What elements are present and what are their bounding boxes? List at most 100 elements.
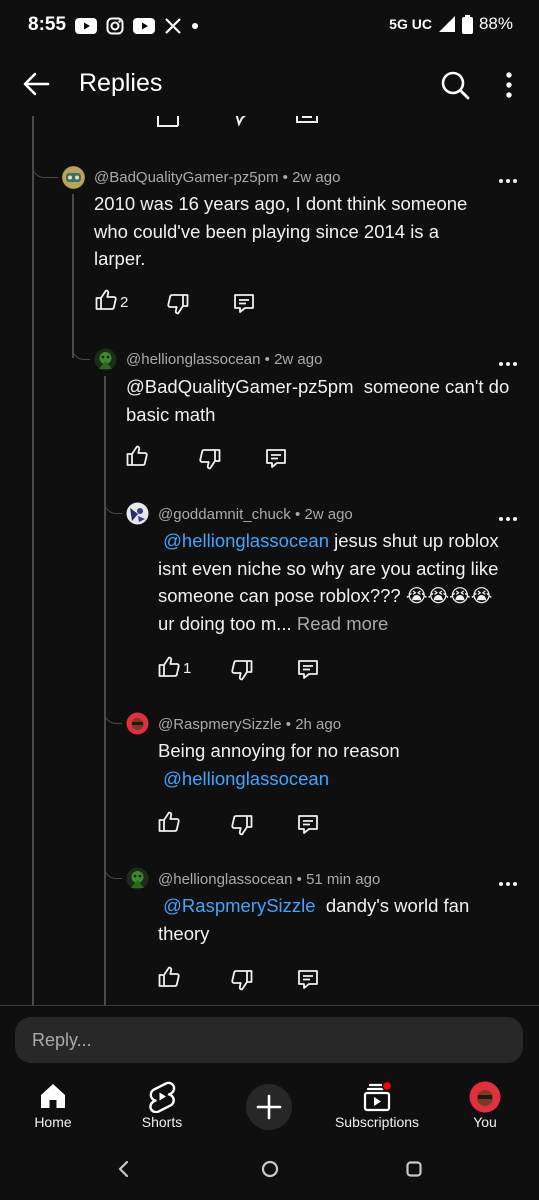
comment-time: 2w ago (292, 169, 341, 186)
like-icon[interactable] (157, 655, 181, 679)
reply-icon[interactable] (296, 657, 320, 681)
mention-link[interactable]: @hellionglassocean (163, 530, 329, 551)
system-home-icon[interactable] (261, 1160, 279, 1178)
thread-connector (72, 328, 90, 360)
nav-shorts[interactable]: Shorts (117, 1077, 207, 1139)
reply-icon[interactable] (296, 812, 320, 836)
home-icon (41, 1084, 65, 1108)
battery-icon (461, 14, 473, 34)
reply-input[interactable] (15, 1017, 523, 1063)
comment-text: @RaspmerySizzle dandy's world fan theory (158, 892, 498, 947)
comment-text: Being annoying for no reason @helliongla… (158, 737, 510, 792)
comment-time: 51 min ago (306, 871, 381, 888)
nav-label: Home (34, 1114, 72, 1130)
comment-text: @hellionglassocean jesus shut up roblox … (158, 527, 510, 637)
comment-meta: @goddamnit_chuck • 2w ago (158, 506, 353, 523)
nav-label: Subscriptions (334, 1114, 420, 1130)
signal-icon (438, 16, 455, 32)
comment-time: 2w ago (304, 506, 353, 523)
avatar[interactable] (62, 166, 85, 189)
read-more-link[interactable]: Read more (297, 613, 389, 634)
nav-subscriptions[interactable]: Subscriptions (332, 1077, 422, 1139)
nav-you[interactable]: You (440, 1077, 530, 1139)
shorts-icon (149, 1081, 176, 1113)
comment-text: 2010 was 16 years ago, I dont think some… (94, 190, 494, 273)
like-icon[interactable] (155, 116, 181, 132)
like-icon[interactable] (157, 810, 181, 834)
status-time: 8:55 (28, 14, 67, 35)
status-right: 5G UC 88% (389, 14, 513, 34)
thread-connector (104, 482, 122, 514)
comment-author[interactable]: @hellionglassocean (126, 351, 260, 368)
comment-meta: @hellionglassocean • 2w ago (126, 351, 323, 368)
avatar[interactable] (126, 712, 149, 735)
dislike-icon[interactable] (229, 116, 255, 132)
dot-icon (192, 23, 198, 29)
x-icon (165, 18, 181, 34)
avatar[interactable] (126, 867, 149, 890)
system-nav-bar (0, 1139, 539, 1200)
reply-icon[interactable] (264, 446, 288, 470)
comment-meta: @BadQualityGamer-pz5pm • 2w ago (94, 169, 341, 186)
comment-text-span: @BadQualityGamer-pz5pm someone can't do … (126, 376, 515, 425)
youtube-icon (133, 18, 155, 34)
comment-meta: @RaspmerySizzle • 2h ago (158, 716, 342, 733)
avatar[interactable] (126, 502, 149, 525)
reply-icon[interactable] (294, 116, 320, 132)
comment-time: 2h ago (295, 716, 342, 733)
thread-connector (104, 847, 122, 879)
comment-meta: @hellionglassocean • 51 min ago (158, 871, 381, 888)
dislike-icon[interactable] (230, 813, 254, 837)
reply-bar (0, 1005, 539, 1077)
comment-author[interactable]: @RaspmerySizzle (158, 716, 282, 733)
back-arrow-icon[interactable] (22, 71, 50, 97)
comment-more-icon[interactable] (499, 179, 517, 185)
comment-more-icon[interactable] (499, 882, 517, 888)
thread-connector (104, 692, 122, 724)
dislike-icon[interactable] (230, 968, 254, 992)
like-count: 1 (183, 660, 192, 677)
thread-line (32, 116, 34, 1005)
like-icon[interactable] (157, 965, 181, 989)
youtube-icon (75, 18, 97, 34)
network-label: 5G UC (389, 16, 432, 32)
comment-author[interactable]: @goddamnit_chuck (158, 506, 291, 523)
dislike-icon[interactable] (198, 447, 222, 471)
page-title: Replies (79, 69, 163, 97)
comment-time: 2w ago (274, 351, 323, 368)
like-count: 2 (120, 294, 129, 311)
mention-link[interactable]: @RaspmerySizzle (163, 895, 315, 916)
nav-create[interactable] (224, 1077, 314, 1139)
search-icon[interactable] (440, 70, 470, 100)
battery-level: 88% (478, 14, 513, 33)
more-vertical-icon[interactable] (505, 72, 513, 98)
like-icon[interactable] (125, 444, 149, 468)
comment-text-span: Being annoying for no reason (158, 740, 400, 761)
like-icon[interactable] (94, 288, 118, 312)
create-plus-icon (246, 1084, 292, 1130)
comment-text: @BadQualityGamer-pz5pm someone can't do … (126, 373, 516, 428)
replies-thread: @BadQualityGamer-pz5pm • 2w ago 2010 was… (0, 116, 539, 1005)
reply-icon[interactable] (296, 967, 320, 991)
subscriptions-icon (363, 1081, 393, 1112)
avatar[interactable] (94, 348, 117, 371)
dislike-icon[interactable] (230, 658, 254, 682)
comment-author[interactable]: @BadQualityGamer-pz5pm (94, 169, 278, 186)
nav-home[interactable]: Home (8, 1077, 98, 1139)
thread-line (104, 376, 106, 1005)
dislike-icon[interactable] (166, 292, 190, 316)
comment-more-icon[interactable] (499, 362, 517, 368)
app-bar: Replies (0, 52, 539, 116)
thread-connector (32, 146, 58, 178)
bottom-nav: Home Shorts Subscriptions You (0, 1077, 539, 1139)
comment-more-icon[interactable] (499, 517, 517, 523)
avatar (469, 1081, 501, 1113)
reply-icon[interactable] (232, 291, 256, 315)
system-back-icon[interactable] (117, 1160, 129, 1178)
status-notification-icons (75, 13, 199, 39)
mention-link[interactable]: @hellionglassocean (163, 768, 329, 789)
comment-author[interactable]: @hellionglassocean (158, 871, 292, 888)
nav-label: Shorts (141, 1114, 183, 1130)
instagram-icon (106, 17, 124, 35)
system-recents-icon[interactable] (406, 1161, 422, 1177)
